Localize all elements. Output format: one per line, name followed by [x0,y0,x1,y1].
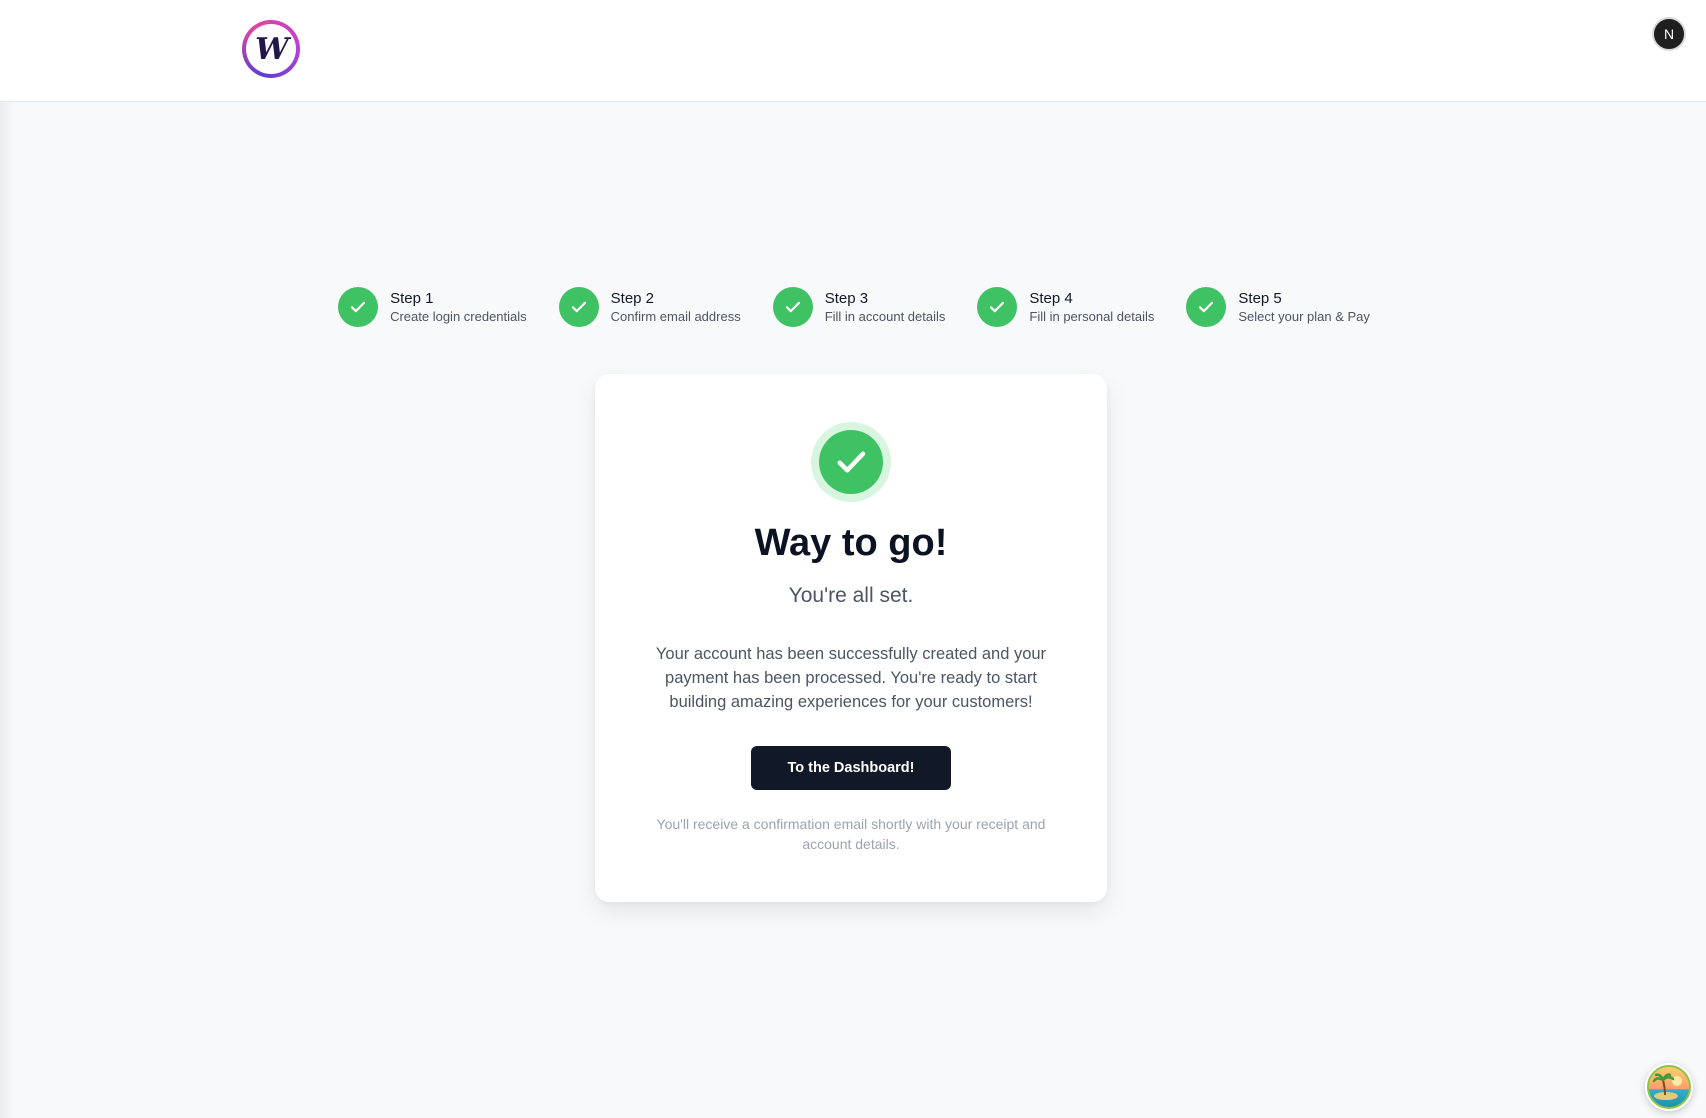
step-title: Step 5 [1238,290,1282,307]
step-4: Step 4 Fill in personal details [977,286,1154,328]
check-circle-icon [819,430,883,494]
step-description: Fill in account details [824,309,946,324]
success-message: Your account has been successfully creat… [655,645,1047,711]
left-edge-shadow [0,0,14,1118]
success-card: Way to go! You're all set. Your account … [595,374,1107,902]
check-icon [772,287,813,327]
assistant-launcher[interactable] [1645,1063,1693,1111]
brand-logo[interactable]: W [242,20,300,78]
confirmation-note: You'll receive a confirmation email shor… [656,816,1046,852]
check-icon [1186,287,1227,327]
user-avatar-initial: N [1663,26,1675,42]
brand-logo-letter: W [255,31,289,67]
island-icon [1647,1065,1691,1109]
success-subtitle: You're all set. [788,584,914,607]
top-header: W N [0,0,1706,102]
user-avatar[interactable]: N [1652,17,1686,51]
step-title: Step 1 [390,290,434,307]
success-badge [811,422,891,502]
check-icon [338,287,379,327]
step-description: Fill in personal details [1029,309,1155,324]
step-description: Create login credentials [390,309,527,324]
step-5: Step 5 Select your plan & Pay [1186,286,1370,328]
check-icon [558,287,599,327]
step-description: Select your plan & Pay [1238,309,1370,324]
check-icon [977,287,1018,327]
success-title: Way to go! [754,522,948,564]
step-title: Step 3 [824,290,869,307]
step-description: Confirm email address [610,309,741,324]
brand-logo-inner: W [246,24,296,74]
step-2: Step 2 Confirm email address [558,286,741,328]
signup-stepper: Step 1 Create login credentials Step 2 C… [0,286,1706,328]
step-title: Step 4 [1029,290,1073,307]
step-title: Step 2 [610,290,655,307]
step-3: Step 3 Fill in account details [772,286,946,328]
step-1: Step 1 Create login credentials [338,286,527,328]
dashboard-button[interactable]: To the Dashboard! [751,746,951,790]
